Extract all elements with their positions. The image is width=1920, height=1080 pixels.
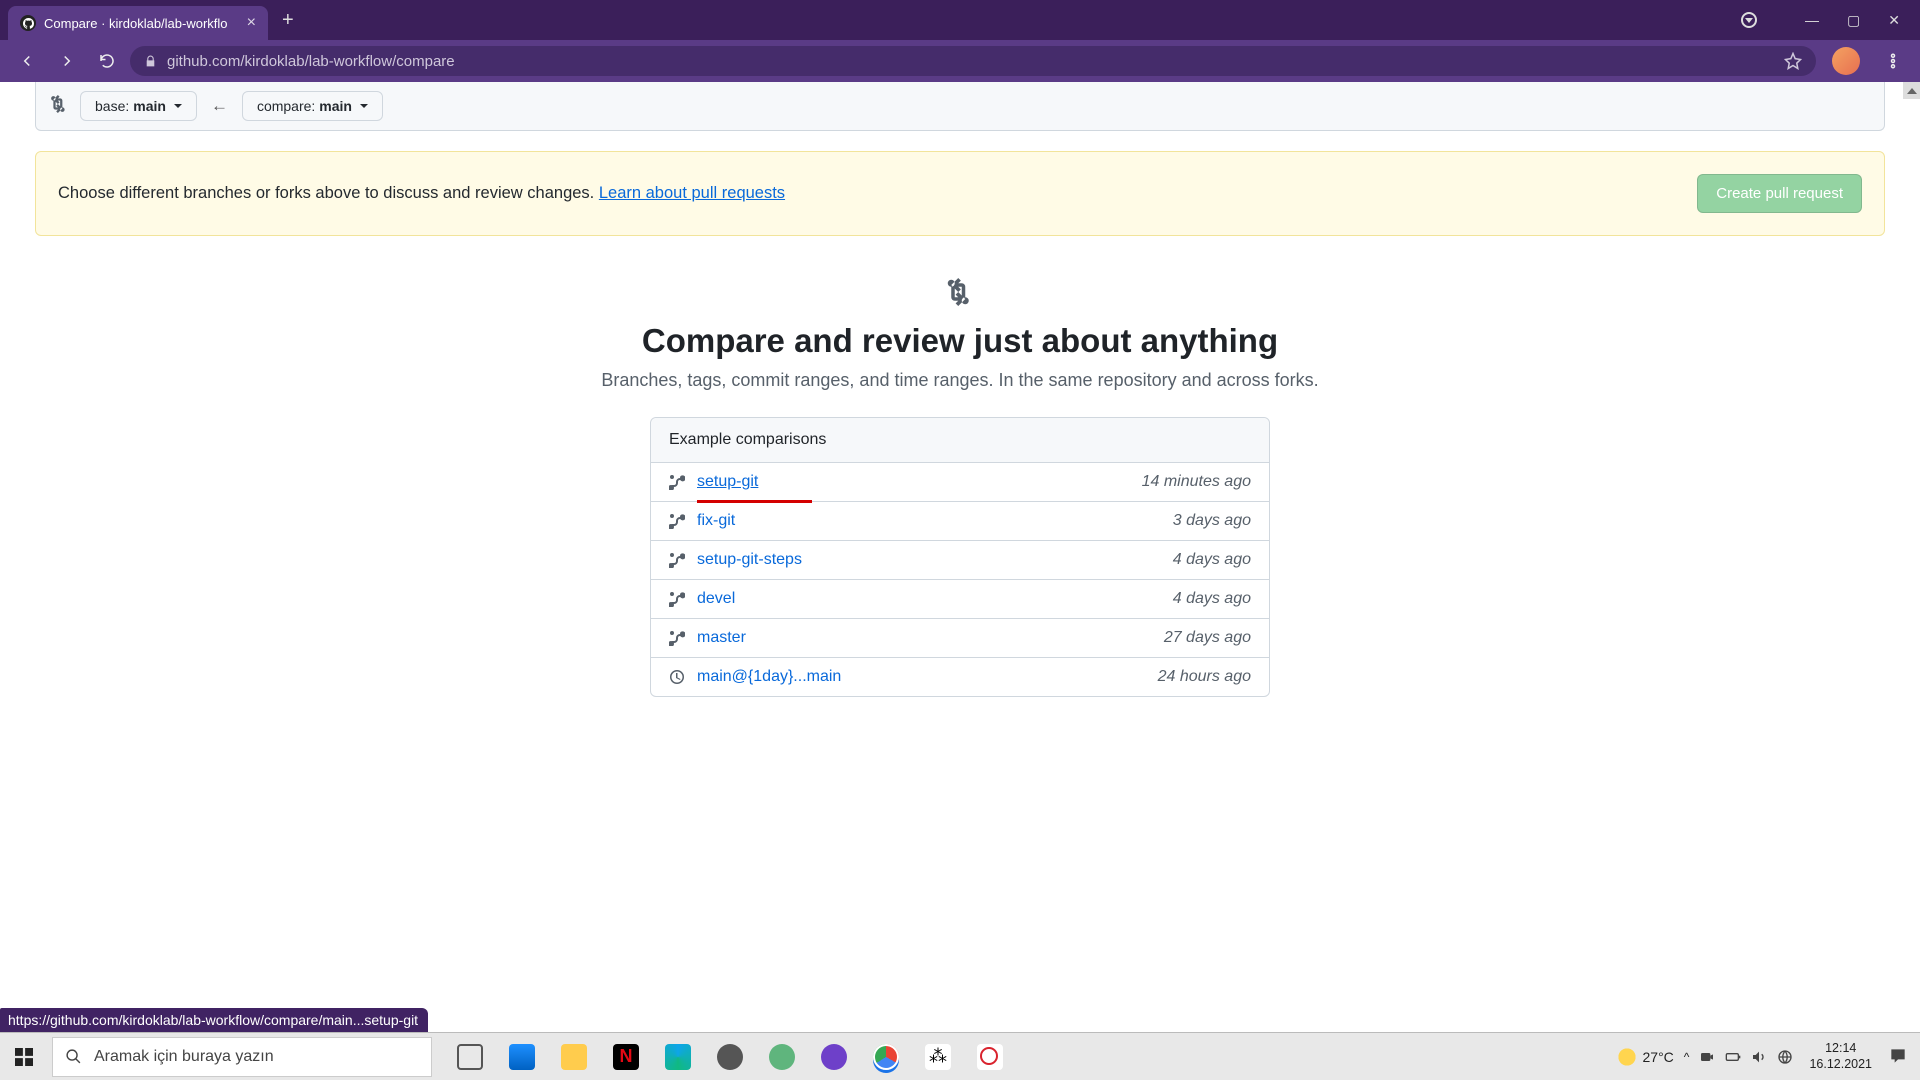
compare-branch-name: main: [319, 98, 352, 114]
notice-text: Choose different branches or forks above…: [58, 184, 785, 203]
comparison-row[interactable]: fix-git 3 days ago: [651, 502, 1269, 541]
file-explorer-icon[interactable]: [550, 1037, 598, 1077]
task-view-icon[interactable]: [446, 1037, 494, 1077]
create-pull-request-button[interactable]: Create pull request: [1697, 174, 1862, 213]
hover-status-link: https://github.com/kirdoklab/lab-workflo…: [0, 1008, 428, 1032]
branch-icon: [669, 474, 685, 490]
comparison-row[interactable]: setup-git 14 minutes ago: [651, 463, 1269, 502]
scroll-up-arrow-icon[interactable]: [1903, 82, 1920, 99]
tab-title: Compare · kirdoklab/lab-workflo: [44, 16, 239, 31]
comparison-row[interactable]: devel 4 days ago: [651, 580, 1269, 619]
git-compare-icon: [50, 95, 68, 118]
comparison-row[interactable]: main@{1day}...main 24 hours ago: [651, 658, 1269, 696]
mail-app-icon[interactable]: [498, 1037, 546, 1077]
action-center-icon[interactable]: [1888, 1046, 1910, 1068]
netflix-icon[interactable]: N: [602, 1037, 650, 1077]
url-text: github.com/kirdoklab/lab-workflow/compar…: [167, 53, 455, 70]
start-button[interactable]: [0, 1033, 48, 1080]
github-desktop-icon[interactable]: [810, 1037, 858, 1077]
taskbar-pinned-apps: N ⁂: [446, 1037, 1014, 1077]
github-favicon-icon: [20, 15, 36, 31]
browser-address-bar: github.com/kirdoklab/lab-workflow/compar…: [0, 40, 1920, 82]
learn-about-pr-link[interactable]: Learn about pull requests: [599, 184, 785, 202]
system-tray: 27°C ^ 12:14 16.12.2021: [1617, 1041, 1920, 1072]
search-icon: [65, 1048, 82, 1065]
lock-icon: [144, 55, 157, 68]
profile-avatar[interactable]: [1832, 47, 1860, 75]
browser-tab[interactable]: Compare · kirdoklab/lab-workflo ×: [8, 6, 268, 40]
row-time: 27 days ago: [1164, 629, 1251, 647]
row-time: 24 hours ago: [1158, 668, 1251, 686]
branch-link[interactable]: devel: [697, 590, 735, 608]
sun-icon: [1617, 1047, 1637, 1067]
comparison-row[interactable]: master 27 days ago: [651, 619, 1269, 658]
branch-icon: [669, 630, 685, 646]
branch-link[interactable]: setup-git: [697, 473, 758, 491]
git-compare-large-icon: [946, 278, 974, 306]
battery-icon[interactable]: [1725, 1049, 1741, 1065]
clock-time: 12:14: [1825, 1041, 1856, 1057]
camera-icon[interactable]: [1699, 1049, 1715, 1065]
windows-taskbar: Aramak için buraya yazın N ⁂ 27°C ^ 12:1…: [0, 1032, 1920, 1080]
comparison-row[interactable]: setup-git-steps 4 days ago: [651, 541, 1269, 580]
atom-icon[interactable]: [758, 1037, 806, 1077]
page-content[interactable]: base: main ← compare: main Choose differ…: [0, 82, 1920, 1032]
search-placeholder: Aramak için buraya yazın: [94, 1048, 274, 1066]
row-time: 3 days ago: [1173, 512, 1251, 530]
branch-link[interactable]: fix-git: [697, 512, 735, 530]
branch-icon: [669, 552, 685, 568]
branch-link[interactable]: setup-git-steps: [697, 551, 802, 569]
compare-prefix: compare:: [257, 98, 315, 114]
taskbar-search-input[interactable]: Aramak için buraya yazın: [52, 1037, 432, 1077]
taskbar-clock[interactable]: 12:14 16.12.2021: [1809, 1041, 1872, 1072]
row-time: 14 minutes ago: [1142, 473, 1251, 491]
edge-icon[interactable]: [654, 1037, 702, 1077]
nav-forward-button[interactable]: [50, 44, 84, 78]
tab-close-icon[interactable]: ×: [247, 15, 256, 31]
branch-icon: [669, 513, 685, 529]
snip-tool-icon[interactable]: [966, 1037, 1014, 1077]
window-maximize-icon[interactable]: ▢: [1847, 12, 1860, 29]
clock-date: 16.12.2021: [1809, 1057, 1872, 1073]
settings-icon[interactable]: [706, 1037, 754, 1077]
network-icon[interactable]: [1777, 1049, 1793, 1065]
chrome-icon[interactable]: [862, 1037, 910, 1077]
compare-title: Compare and review just about anything: [430, 322, 1490, 360]
browser-menu-button[interactable]: [1876, 44, 1910, 78]
weather-widget[interactable]: 27°C: [1617, 1047, 1674, 1067]
arrow-left-icon: ←: [209, 96, 230, 116]
branch-link[interactable]: main@{1day}...main: [697, 668, 841, 686]
choose-branches-notice: Choose different branches or forks above…: [35, 151, 1885, 236]
clock-icon: [669, 669, 685, 685]
window-minimize-icon[interactable]: —: [1805, 12, 1819, 28]
row-time: 4 days ago: [1173, 551, 1251, 569]
branch-icon: [669, 591, 685, 607]
compare-branch-selector[interactable]: compare: main: [242, 91, 383, 121]
new-tab-button[interactable]: +: [282, 9, 294, 32]
example-comparisons-header: Example comparisons: [651, 418, 1269, 463]
compare-subtitle: Branches, tags, commit ranges, and time …: [430, 370, 1490, 391]
tray-expand-icon[interactable]: ^: [1684, 1050, 1690, 1064]
bookmark-star-icon[interactable]: [1784, 52, 1802, 70]
base-branch-name: main: [133, 98, 166, 114]
branch-link[interactable]: master: [697, 629, 746, 647]
example-comparisons-box: Example comparisons setup-git 14 minutes…: [650, 417, 1270, 697]
row-time: 4 days ago: [1173, 590, 1251, 608]
volume-icon[interactable]: [1751, 1049, 1767, 1065]
window-close-icon[interactable]: ✕: [1888, 12, 1900, 29]
compare-selector-bar: base: main ← compare: main: [35, 82, 1885, 131]
weather-temp: 27°C: [1643, 1049, 1674, 1065]
browser-titlebar: Compare · kirdoklab/lab-workflo × + — ▢ …: [0, 0, 1920, 40]
account-indicator-icon[interactable]: [1741, 12, 1757, 28]
base-branch-selector[interactable]: base: main: [80, 91, 197, 121]
slack-icon[interactable]: ⁂: [914, 1037, 962, 1077]
nav-back-button[interactable]: [10, 44, 44, 78]
url-input[interactable]: github.com/kirdoklab/lab-workflow/compar…: [130, 46, 1816, 76]
base-prefix: base:: [95, 98, 129, 114]
nav-reload-button[interactable]: [90, 44, 124, 78]
